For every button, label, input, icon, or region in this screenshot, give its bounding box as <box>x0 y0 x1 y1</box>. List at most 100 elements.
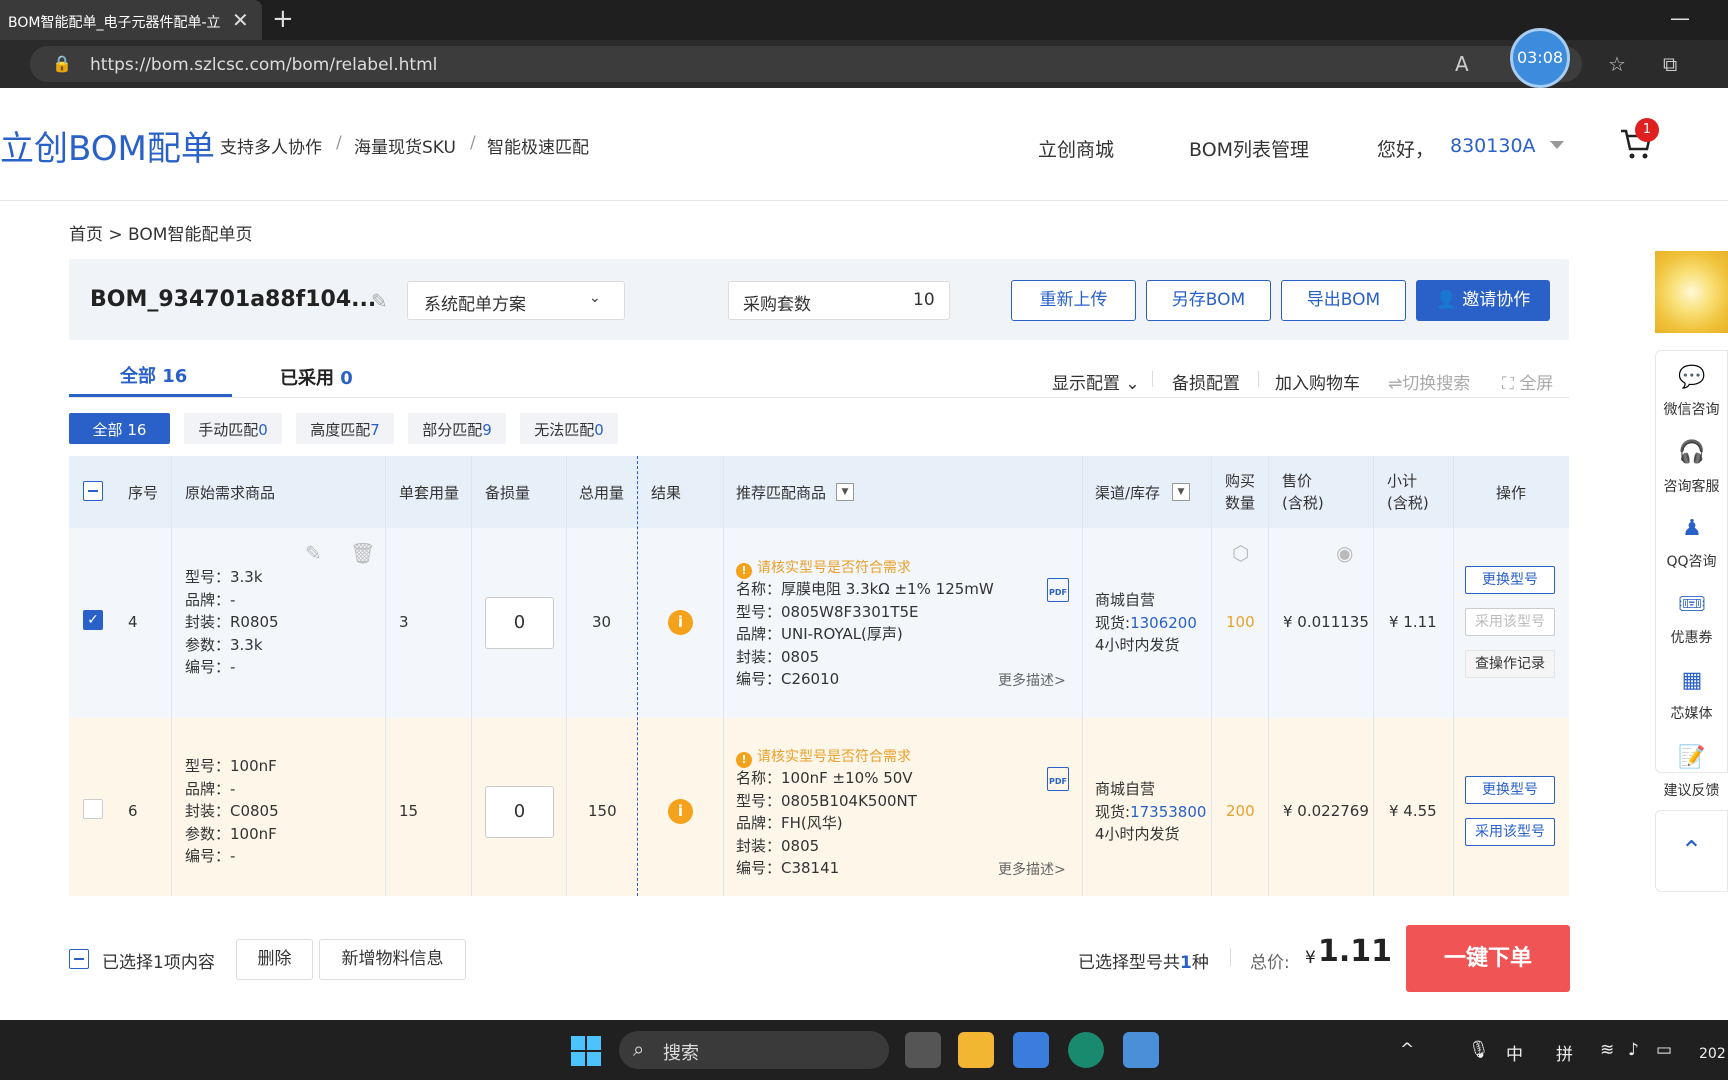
file-explorer-icon[interactable] <box>958 1032 994 1068</box>
delete-icon[interactable]: 🗑 <box>350 541 375 565</box>
feedback-icon[interactable]: 📝 <box>1678 745 1706 771</box>
side-media[interactable]: 芯媒体 <box>1655 703 1728 723</box>
ime-pinyin[interactable]: 拼 <box>1556 1040 1573 1065</box>
delete-button[interactable]: 删除 <box>236 939 313 980</box>
reupload-button[interactable]: 重新上传 <box>1011 280 1136 321</box>
spare-config-button[interactable]: 备损配置 <box>1172 369 1240 394</box>
tab-used[interactable]: 已采用 0 <box>280 364 353 390</box>
lock-icon[interactable]: 🔒 <box>52 54 72 73</box>
headset-icon[interactable]: 🎧 <box>1678 440 1706 466</box>
tab-used-label: 已采用 <box>280 368 341 389</box>
back-to-top-icon[interactable]: ⌃ <box>1655 810 1728 892</box>
taskbar-search[interactable]: 搜索 <box>619 1031 889 1069</box>
store-icon[interactable] <box>1013 1032 1049 1068</box>
purchase-sets-field[interactable]: 采购套数 10 <box>728 281 950 320</box>
invite-collab-button[interactable]: 👤 邀请协作 <box>1416 280 1550 321</box>
spec-line: 编号：C26010 <box>736 670 840 688</box>
filter-manual[interactable]: 手动匹配0 <box>184 413 282 444</box>
task-view-icon[interactable] <box>905 1032 941 1068</box>
info-icon[interactable]: i <box>668 610 693 635</box>
tab-active-indicator <box>69 394 232 397</box>
adopt-model-button[interactable]: 采用该型号 <box>1465 608 1555 636</box>
spare-qty-input[interactable]: 0 <box>485 597 554 649</box>
select-all-checkbox[interactable] <box>83 481 103 501</box>
minimize-icon[interactable]: — <box>1670 6 1690 30</box>
microphone-icon[interactable]: 🎙 <box>1468 1040 1490 1060</box>
spec-line: 品牌：FH(风华) <box>736 814 843 832</box>
browser-tab[interactable]: BOM智能配单_电子元器件配单-立 <box>0 0 262 40</box>
filter-all[interactable]: 全部 16 <box>69 413 170 444</box>
qr-icon[interactable]: ▦ <box>1678 668 1706 694</box>
filter-none[interactable]: 无法匹配0 <box>520 413 618 444</box>
user-dropdown-icon[interactable] <box>1550 141 1564 149</box>
operation-log-button[interactable]: 查操作记录 <box>1465 650 1555 678</box>
side-service[interactable]: 咨询客服 <box>1655 476 1728 496</box>
spec-line: 编号：C38141 <box>736 859 840 877</box>
filter-dropdown-icon[interactable]: ▼ <box>836 483 854 501</box>
col-spare: 备损量 <box>485 484 531 502</box>
eye-icon[interactable]: ◉ <box>1336 541 1353 565</box>
row-checkbox[interactable]: ✓ <box>83 610 103 630</box>
change-model-button[interactable]: 更换型号 <box>1465 566 1555 594</box>
url-text[interactable]: https://bom.szlcsc.com/bom/relabel.html <box>90 55 437 75</box>
adopt-model-button[interactable]: 采用该型号 <box>1465 818 1555 846</box>
wifi-icon[interactable]: ≋ <box>1600 1040 1614 1060</box>
pdf-icon[interactable]: PDF <box>1047 578 1069 602</box>
package-icon[interactable]: ⬡ <box>1232 541 1249 565</box>
fullscreen-button[interactable]: ⛶ 全屏 <box>1502 369 1553 394</box>
filter-high[interactable]: 高度匹配7 <box>296 413 394 444</box>
filter-partial[interactable]: 部分匹配9 <box>408 413 506 444</box>
pdf-icon[interactable]: PDF <box>1047 767 1069 791</box>
qq-icon[interactable]: ♟ <box>1678 516 1706 542</box>
side-coupon[interactable]: 优惠券 <box>1655 627 1728 647</box>
display-config-button[interactable]: 显示配置 ⌄ <box>1052 369 1140 394</box>
app-icon[interactable] <box>1123 1032 1159 1068</box>
read-aloud-icon[interactable]: A <box>1455 52 1469 76</box>
chevron-down-icon[interactable]: ⌄ <box>589 290 601 306</box>
favorites-icon[interactable]: ☆ <box>1608 52 1626 76</box>
invite-user-icon: 👤 <box>1435 290 1463 310</box>
spare-qty-input[interactable]: 0 <box>485 786 554 838</box>
export-bom-button[interactable]: 导出BOM <box>1281 280 1406 321</box>
battery-icon[interactable]: ▭ <box>1656 1040 1672 1060</box>
site-logo[interactable]: 立创BOM配单 <box>0 121 215 170</box>
add-to-cart-button[interactable]: 加入购物车 <box>1275 369 1360 394</box>
purchase-sets-value[interactable]: 10 <box>913 290 935 310</box>
side-wechat[interactable]: 微信咨询 <box>1655 399 1728 419</box>
tab-all[interactable]: 全部 16 <box>120 362 187 388</box>
row-checkbox[interactable] <box>83 799 103 819</box>
more-description-link[interactable]: 更多描述> <box>998 670 1066 690</box>
new-tab-icon[interactable]: + <box>272 4 294 34</box>
windows-start-icon[interactable] <box>571 1036 601 1066</box>
recommended-spec: 名称：100nF ±10% 50V 型号：0805B104K500NT 品牌：FH(… <box>736 767 917 880</box>
volume-icon[interactable]: ♪ <box>1628 1040 1639 1060</box>
tray-chevron-icon[interactable]: ^ <box>1400 1040 1414 1060</box>
coupon-icon[interactable]: 🎟 <box>1678 592 1706 618</box>
more-description-link[interactable]: 更多描述> <box>998 859 1066 879</box>
switch-search-button[interactable]: ⇌切换搜索 <box>1388 369 1470 394</box>
ime-mode[interactable]: 中 <box>1506 1040 1523 1065</box>
nav-bom-list[interactable]: BOM列表管理 <box>1189 135 1309 162</box>
close-tab-icon[interactable]: ✕ <box>232 8 249 32</box>
breadcrumb[interactable]: 首页 > BOM智能配单页 <box>69 220 252 245</box>
info-icon[interactable]: i <box>668 799 693 824</box>
edit-icon[interactable]: ✎ <box>305 541 322 565</box>
collections-icon[interactable]: ⧉ <box>1663 52 1677 76</box>
subtotal: ¥ 4.55 <box>1389 802 1437 820</box>
filter-dropdown-icon[interactable]: ▼ <box>1172 483 1190 501</box>
slogan-match: 智能极速匹配 <box>487 138 589 158</box>
add-material-button[interactable]: 新增物料信息 <box>319 939 466 980</box>
wechat-icon[interactable]: 💬 <box>1678 365 1706 391</box>
edit-name-icon[interactable]: ✎ <box>371 289 388 313</box>
place-order-button[interactable]: 一键下单 <box>1406 925 1570 992</box>
user-name[interactable]: 830130A <box>1450 135 1536 157</box>
side-qq[interactable]: QQ咨询 <box>1655 551 1728 571</box>
slogan-sku: 海量现货SKU <box>354 138 456 158</box>
edge-icon[interactable] <box>1068 1032 1104 1068</box>
nav-lcsc-mall[interactable]: 立创商城 <box>1038 135 1114 162</box>
promo-banner[interactable] <box>1655 251 1728 333</box>
side-feedback[interactable]: 建议反馈 <box>1655 780 1728 800</box>
save-bom-button[interactable]: 另存BOM <box>1146 280 1271 321</box>
select-all-footer-checkbox[interactable] <box>69 949 89 969</box>
change-model-button[interactable]: 更换型号 <box>1465 776 1555 804</box>
